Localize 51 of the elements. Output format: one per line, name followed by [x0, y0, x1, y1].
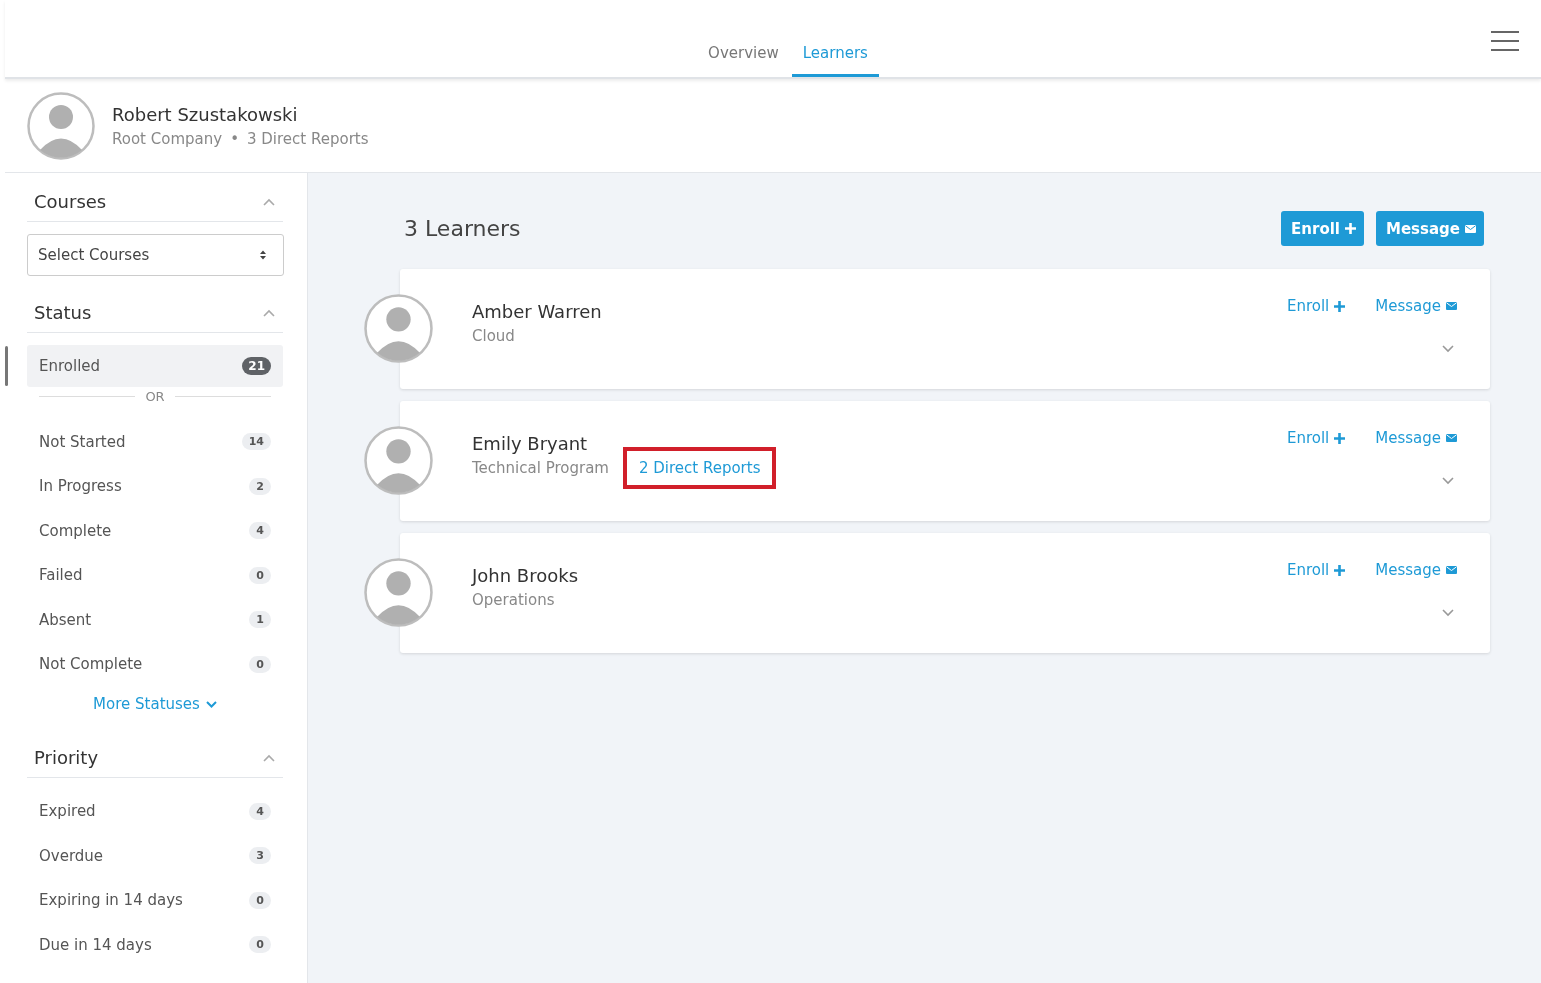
- learner-team: Cloud: [472, 327, 515, 345]
- count-badge: 14: [241, 433, 271, 450]
- learner-name: John Brooks: [472, 565, 579, 586]
- learner-name: Amber Warren: [472, 301, 602, 322]
- count-badge: 4: [249, 802, 271, 820]
- divider-label: OR: [145, 389, 165, 404]
- select-placeholder: Select Courses: [38, 246, 150, 264]
- filter-label: Not Complete: [39, 655, 143, 673]
- section-title: Status: [34, 302, 92, 323]
- separator-dot: •: [230, 129, 239, 148]
- count-badge: 0: [249, 655, 271, 673]
- count-badge: 21: [242, 357, 271, 375]
- learner-team: Technical Program: [472, 459, 609, 477]
- count-badge: 2: [249, 477, 271, 495]
- filter-label: Complete: [39, 521, 112, 540]
- section-title: Courses: [34, 191, 107, 212]
- filter-label: Expiring in 14 days: [39, 891, 183, 909]
- filter-item[interactable]: Absent 1: [27, 598, 283, 641]
- profile-name: Robert Szustakowski: [112, 103, 299, 125]
- count-badge: 0: [249, 936, 271, 953]
- filter-item[interactable]: Complete 4: [27, 509, 283, 552]
- filter-item[interactable]: Not Started 14: [27, 420, 283, 463]
- section-title: Priority: [34, 747, 99, 768]
- learners-heading: 3 Learners: [404, 216, 521, 241]
- count-badge: 1: [249, 611, 271, 628]
- course-select[interactable]: Select Courses: [27, 234, 284, 276]
- filter-label: Failed: [39, 566, 83, 584]
- filter-item[interactable]: In Progress 2: [27, 465, 283, 507]
- count-badge: 3: [249, 847, 271, 864]
- filter-item[interactable]: Not Complete 0: [27, 643, 283, 685]
- filter-label: In Progress: [39, 477, 122, 495]
- count-badge: 0: [249, 891, 271, 909]
- filter-label: Enrolled: [39, 357, 101, 375]
- filter-label: Due in 14 days: [39, 935, 152, 954]
- filter-label: Overdue: [39, 846, 104, 865]
- filter-label: Absent: [39, 610, 92, 629]
- filter-label: Not Started: [39, 432, 126, 451]
- filter-label: Expired: [39, 802, 96, 820]
- learner-team: Operations: [472, 591, 555, 609]
- filter-item[interactable]: Due in 14 days 0: [27, 923, 283, 966]
- count-badge: 4: [249, 522, 271, 539]
- nav-tab[interactable]: Overview: [697, 44, 790, 77]
- filter-item[interactable]: Overdue 3: [27, 834, 283, 877]
- filter-item[interactable]: Enrolled 21: [27, 345, 283, 387]
- direct-reports-count: 3 Direct Reports: [247, 129, 369, 148]
- filter-item[interactable]: Expiring in 14 days 0: [27, 879, 283, 921]
- filter-item[interactable]: Failed 0: [27, 554, 283, 596]
- filter-item[interactable]: Expired 4: [27, 790, 283, 832]
- count-badge: 0: [249, 566, 271, 584]
- company-name: Root Company: [112, 129, 223, 148]
- learner-name: Emily Bryant: [472, 433, 589, 454]
